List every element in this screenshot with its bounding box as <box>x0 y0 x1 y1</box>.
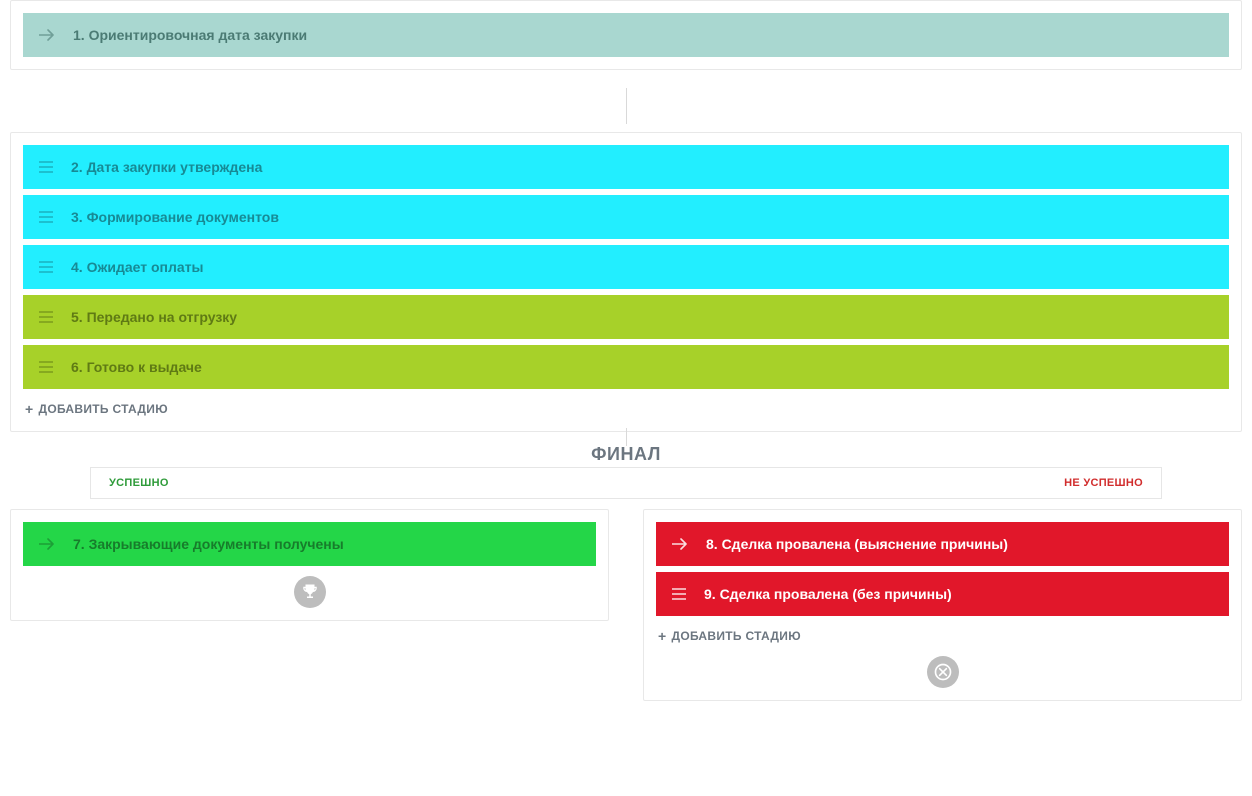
stage-row[interactable]: 3. Формирование документов <box>23 195 1229 239</box>
trophy-badge <box>294 576 326 608</box>
add-stage-button[interactable]: + ДОБАВИТЬ СТАДИЮ <box>23 389 170 419</box>
add-stage-label: ДОБАВИТЬ СТАДИЮ <box>671 629 800 643</box>
drag-handle-icon <box>39 161 53 173</box>
stage-row[interactable]: 5. Передано на отгрузку <box>23 295 1229 339</box>
add-stage-button-fail[interactable]: + ДОБАВИТЬ СТАДИЮ <box>656 616 803 646</box>
arrow-right-icon <box>39 29 55 41</box>
stage-label: 8. Сделка провалена (выяснение причины) <box>706 536 1008 552</box>
tab-fail[interactable]: НЕ УСПЕШНО <box>1046 467 1162 499</box>
drag-handle-icon <box>39 311 53 323</box>
plus-icon: + <box>25 401 33 417</box>
stage-label: 7. Закрывающие документы получены <box>73 536 344 552</box>
plus-icon: + <box>658 628 666 644</box>
drag-handle-icon <box>39 211 53 223</box>
stage-label: 1. Ориентировочная дата закупки <box>73 27 307 43</box>
drag-handle-icon <box>39 261 53 273</box>
stage-row[interactable]: 2. Дата закупки утверждена <box>23 145 1229 189</box>
tab-success[interactable]: УСПЕШНО <box>90 467 187 499</box>
stage-row[interactable]: 8. Сделка провалена (выяснение причины) <box>656 522 1229 566</box>
stage-label: 4. Ожидает оплаты <box>71 259 204 275</box>
stage-panel-initial: 1. Ориентировочная дата закупки <box>10 0 1242 70</box>
stage-row[interactable]: 7. Закрывающие документы получены <box>23 522 596 566</box>
stage-row[interactable]: 4. Ожидает оплаты <box>23 245 1229 289</box>
stage-label: 2. Дата закупки утверждена <box>71 159 262 175</box>
stage-label: 6. Готово к выдаче <box>71 359 202 375</box>
stage-row[interactable]: 9. Сделка провалена (без причины) <box>656 572 1229 616</box>
stage-row-1[interactable]: 1. Ориентировочная дата закупки <box>23 13 1229 57</box>
final-tabs: УСПЕШНО НЕ УСПЕШНО <box>90 467 1162 499</box>
drag-handle-icon <box>672 588 686 600</box>
final-title: ФИНАЛ <box>0 444 1252 465</box>
stage-label: 9. Сделка провалена (без причины) <box>704 586 952 602</box>
cancel-badge <box>927 656 959 688</box>
drag-handle-icon <box>39 361 53 373</box>
add-stage-label: ДОБАВИТЬ СТАДИЮ <box>38 402 167 416</box>
final-heading: ФИНАЛ <box>0 428 1252 467</box>
stage-row[interactable]: 6. Готово к выдаче <box>23 345 1229 389</box>
stage-panel-fail: 8. Сделка провалена (выяснение причины) 9… <box>643 509 1242 701</box>
stage-label: 3. Формирование документов <box>71 209 279 225</box>
connector-line <box>0 70 1252 132</box>
arrow-right-icon <box>39 538 55 550</box>
arrow-right-icon <box>672 538 688 550</box>
stage-panel-success: 7. Закрывающие документы получены <box>10 509 609 621</box>
stage-panel-middle: 2. Дата закупки утверждена 3. Формировани… <box>10 132 1242 432</box>
stage-label: 5. Передано на отгрузку <box>71 309 237 325</box>
tab-spacer <box>187 467 1046 499</box>
